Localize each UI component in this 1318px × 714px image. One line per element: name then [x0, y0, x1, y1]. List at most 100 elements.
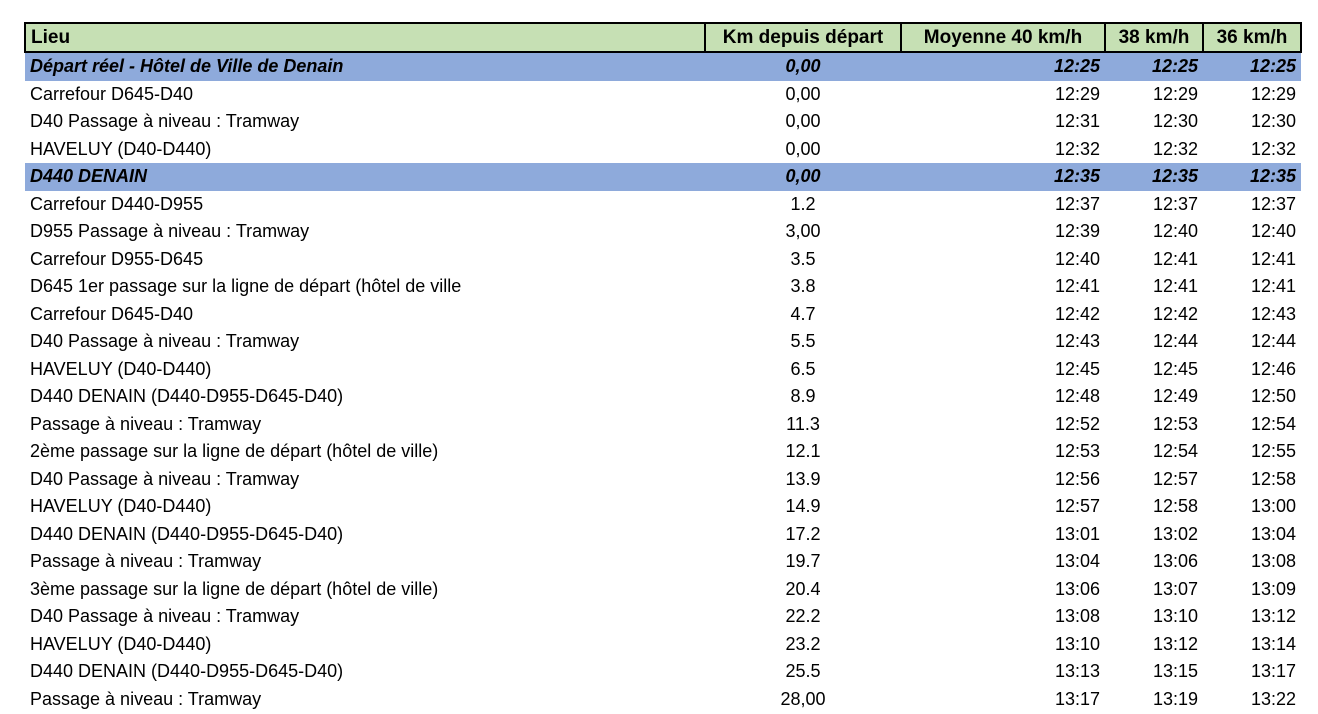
cell-time-38[interactable]: 12:45: [1105, 356, 1203, 384]
cell-time-40[interactable]: 12:35: [901, 163, 1105, 191]
cell-lieu[interactable]: 2ème passage sur la ligne de départ (hôt…: [25, 438, 705, 466]
cell-time-38[interactable]: 13:19: [1105, 686, 1203, 714]
cell-time-40[interactable]: 13:06: [901, 576, 1105, 604]
cell-time-40[interactable]: 12:45: [901, 356, 1105, 384]
cell-time-38[interactable]: 12:40: [1105, 218, 1203, 246]
cell-time-40[interactable]: 12:40: [901, 246, 1105, 274]
cell-time-40[interactable]: 13:08: [901, 603, 1105, 631]
cell-time-36[interactable]: 12:29: [1203, 81, 1301, 109]
cell-km[interactable]: 25.5: [705, 658, 901, 686]
cell-time-38[interactable]: 12:25: [1105, 52, 1203, 81]
cell-lieu[interactable]: D40 Passage à niveau : Tramway: [25, 328, 705, 356]
cell-time-36[interactable]: 12:32: [1203, 136, 1301, 164]
cell-time-40[interactable]: 12:52: [901, 411, 1105, 439]
cell-km[interactable]: 11.3: [705, 411, 901, 439]
cell-time-36[interactable]: 13:08: [1203, 548, 1301, 576]
cell-time-38[interactable]: 12:54: [1105, 438, 1203, 466]
header-km[interactable]: Km depuis départ: [704, 22, 902, 53]
cell-lieu[interactable]: HAVELUY (D40-D440): [25, 493, 705, 521]
cell-time-36[interactable]: 12:46: [1203, 356, 1301, 384]
header-speed-36[interactable]: 36 km/h: [1202, 22, 1302, 53]
cell-time-36[interactable]: 12:30: [1203, 108, 1301, 136]
cell-lieu[interactable]: HAVELUY (D40-D440): [25, 356, 705, 384]
cell-time-38[interactable]: 12:35: [1105, 163, 1203, 191]
cell-km[interactable]: 6.5: [705, 356, 901, 384]
cell-time-40[interactable]: 13:13: [901, 658, 1105, 686]
cell-time-40[interactable]: 13:04: [901, 548, 1105, 576]
cell-time-38[interactable]: 12:32: [1105, 136, 1203, 164]
cell-km[interactable]: 14.9: [705, 493, 901, 521]
cell-km[interactable]: 8.9: [705, 383, 901, 411]
cell-lieu[interactable]: D440 DENAIN: [25, 163, 705, 191]
cell-time-36[interactable]: 13:00: [1203, 493, 1301, 521]
cell-time-36[interactable]: 13:04: [1203, 521, 1301, 549]
cell-time-40[interactable]: 12:37: [901, 191, 1105, 219]
cell-time-38[interactable]: 12:41: [1105, 273, 1203, 301]
cell-km[interactable]: 20.4: [705, 576, 901, 604]
cell-time-40[interactable]: 12:57: [901, 493, 1105, 521]
cell-time-38[interactable]: 13:07: [1105, 576, 1203, 604]
cell-time-36[interactable]: 12:40: [1203, 218, 1301, 246]
cell-time-36[interactable]: 13:09: [1203, 576, 1301, 604]
cell-time-38[interactable]: 12:44: [1105, 328, 1203, 356]
cell-km[interactable]: 0,00: [705, 163, 901, 191]
cell-km[interactable]: 28,00: [705, 686, 901, 714]
header-speed-40[interactable]: Moyenne 40 km/h: [900, 22, 1106, 53]
cell-time-40[interactable]: 13:10: [901, 631, 1105, 659]
cell-time-36[interactable]: 12:41: [1203, 273, 1301, 301]
cell-time-36[interactable]: 12:43: [1203, 301, 1301, 329]
cell-time-40[interactable]: 12:32: [901, 136, 1105, 164]
cell-time-38[interactable]: 13:15: [1105, 658, 1203, 686]
cell-km[interactable]: 3,00: [705, 218, 901, 246]
cell-lieu[interactable]: 3ème passage sur la ligne de départ (hôt…: [25, 576, 705, 604]
cell-time-36[interactable]: 12:58: [1203, 466, 1301, 494]
cell-time-40[interactable]: 12:42: [901, 301, 1105, 329]
cell-km[interactable]: 22.2: [705, 603, 901, 631]
cell-lieu[interactable]: Carrefour D645-D40: [25, 81, 705, 109]
cell-time-36[interactable]: 12:55: [1203, 438, 1301, 466]
cell-time-36[interactable]: 12:35: [1203, 163, 1301, 191]
cell-km[interactable]: 0,00: [705, 136, 901, 164]
cell-time-38[interactable]: 12:53: [1105, 411, 1203, 439]
cell-time-36[interactable]: 12:25: [1203, 52, 1301, 81]
cell-time-38[interactable]: 12:37: [1105, 191, 1203, 219]
cell-time-38[interactable]: 13:02: [1105, 521, 1203, 549]
cell-time-36[interactable]: 12:54: [1203, 411, 1301, 439]
cell-km[interactable]: 0,00: [705, 81, 901, 109]
cell-lieu[interactable]: HAVELUY (D40-D440): [25, 136, 705, 164]
cell-time-36[interactable]: 12:37: [1203, 191, 1301, 219]
cell-km[interactable]: 1.2: [705, 191, 901, 219]
cell-lieu[interactable]: D40 Passage à niveau : Tramway: [25, 108, 705, 136]
cell-time-40[interactable]: 12:43: [901, 328, 1105, 356]
cell-lieu[interactable]: Carrefour D645-D40: [25, 301, 705, 329]
cell-km[interactable]: 3.8: [705, 273, 901, 301]
cell-lieu[interactable]: D440 DENAIN (D440-D955-D645-D40): [25, 521, 705, 549]
cell-lieu[interactable]: HAVELUY (D40-D440): [25, 631, 705, 659]
cell-km[interactable]: 12.1: [705, 438, 901, 466]
cell-lieu[interactable]: Passage à niveau : Tramway: [25, 548, 705, 576]
cell-time-36[interactable]: 13:12: [1203, 603, 1301, 631]
cell-time-40[interactable]: 12:41: [901, 273, 1105, 301]
cell-time-40[interactable]: 12:29: [901, 81, 1105, 109]
cell-lieu[interactable]: Carrefour D440-D955: [25, 191, 705, 219]
cell-time-36[interactable]: 13:17: [1203, 658, 1301, 686]
cell-time-36[interactable]: 13:14: [1203, 631, 1301, 659]
header-speed-38[interactable]: 38 km/h: [1104, 22, 1204, 53]
cell-time-40[interactable]: 12:25: [901, 52, 1105, 81]
cell-time-40[interactable]: 12:31: [901, 108, 1105, 136]
cell-time-40[interactable]: 12:48: [901, 383, 1105, 411]
cell-lieu[interactable]: Départ réel - Hôtel de Ville de Denain: [25, 52, 705, 81]
cell-time-40[interactable]: 12:53: [901, 438, 1105, 466]
cell-time-38[interactable]: 13:12: [1105, 631, 1203, 659]
cell-time-40[interactable]: 13:01: [901, 521, 1105, 549]
cell-time-36[interactable]: 12:50: [1203, 383, 1301, 411]
cell-km[interactable]: 0,00: [705, 52, 901, 81]
cell-time-38[interactable]: 12:41: [1105, 246, 1203, 274]
cell-time-40[interactable]: 12:39: [901, 218, 1105, 246]
cell-lieu[interactable]: D40 Passage à niveau : Tramway: [25, 466, 705, 494]
cell-lieu[interactable]: D40 Passage à niveau : Tramway: [25, 603, 705, 631]
cell-time-38[interactable]: 13:06: [1105, 548, 1203, 576]
cell-km[interactable]: 19.7: [705, 548, 901, 576]
cell-lieu[interactable]: D645 1er passage sur la ligne de départ …: [25, 273, 705, 301]
cell-time-38[interactable]: 13:10: [1105, 603, 1203, 631]
